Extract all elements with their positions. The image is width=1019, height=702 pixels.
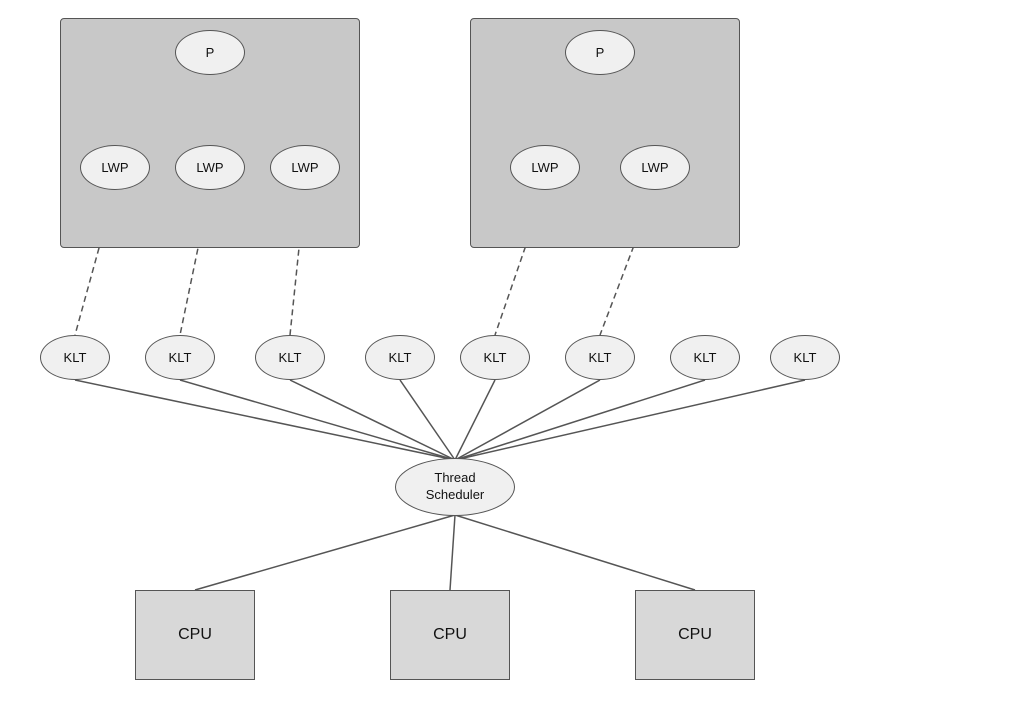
- klt-1: KLT: [40, 335, 110, 380]
- diagram: P P LWP LWP LWP LWP LWP KLT KLT KLT KLT …: [0, 0, 1019, 702]
- lwp-right-1: LWP: [510, 145, 580, 190]
- klt-5: KLT: [460, 335, 530, 380]
- lwp-left-3: LWP: [270, 145, 340, 190]
- lwp-left-1: LWP: [80, 145, 150, 190]
- lwp-right-2: LWP: [620, 145, 690, 190]
- cpu-2: CPU: [390, 590, 510, 680]
- process-left: P: [175, 30, 245, 75]
- thread-scheduler: Thread Scheduler: [395, 458, 515, 516]
- cpu-1: CPU: [135, 590, 255, 680]
- klt-6: KLT: [565, 335, 635, 380]
- klt-8: KLT: [770, 335, 840, 380]
- cpu-3: CPU: [635, 590, 755, 680]
- klt-3: KLT: [255, 335, 325, 380]
- klt-4: KLT: [365, 335, 435, 380]
- klt-7: KLT: [670, 335, 740, 380]
- klt-2: KLT: [145, 335, 215, 380]
- process-right: P: [565, 30, 635, 75]
- lwp-left-2: LWP: [175, 145, 245, 190]
